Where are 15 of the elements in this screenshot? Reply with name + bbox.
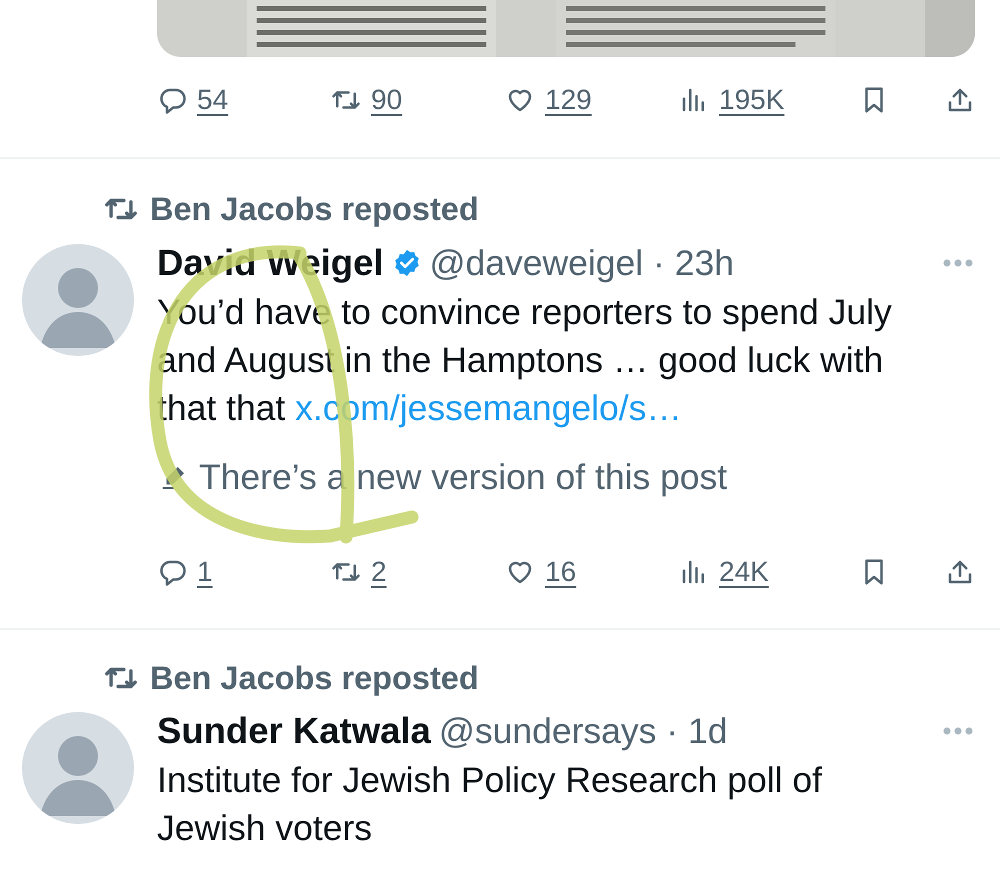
action-button[interactable]: 16 (505, 556, 679, 588)
action-button[interactable]: 129 (505, 84, 679, 116)
action-button[interactable]: 195K (679, 84, 853, 116)
repost-label: Ben Jacobs reposted (150, 660, 479, 696)
action-button[interactable]: 90 (331, 84, 505, 116)
post-text: Institute for Jewish Policy Research poll of Jewish voters (157, 759, 823, 850)
handle-time: @sundersays · 1d (438, 710, 728, 752)
action-button[interactable]: 2 (331, 556, 505, 588)
action-button[interactable]: 1 (157, 556, 331, 588)
author-name[interactable]: Sunder Katwala (157, 710, 431, 752)
action-button[interactable]: 24K (679, 556, 853, 588)
action-button[interactable]: 54 (157, 84, 331, 116)
repost-label: Ben Jacobs reposted (150, 190, 479, 228)
handle-time: @daveweigel · 23h (430, 242, 734, 284)
author-name[interactable]: David Weigel (157, 242, 384, 284)
